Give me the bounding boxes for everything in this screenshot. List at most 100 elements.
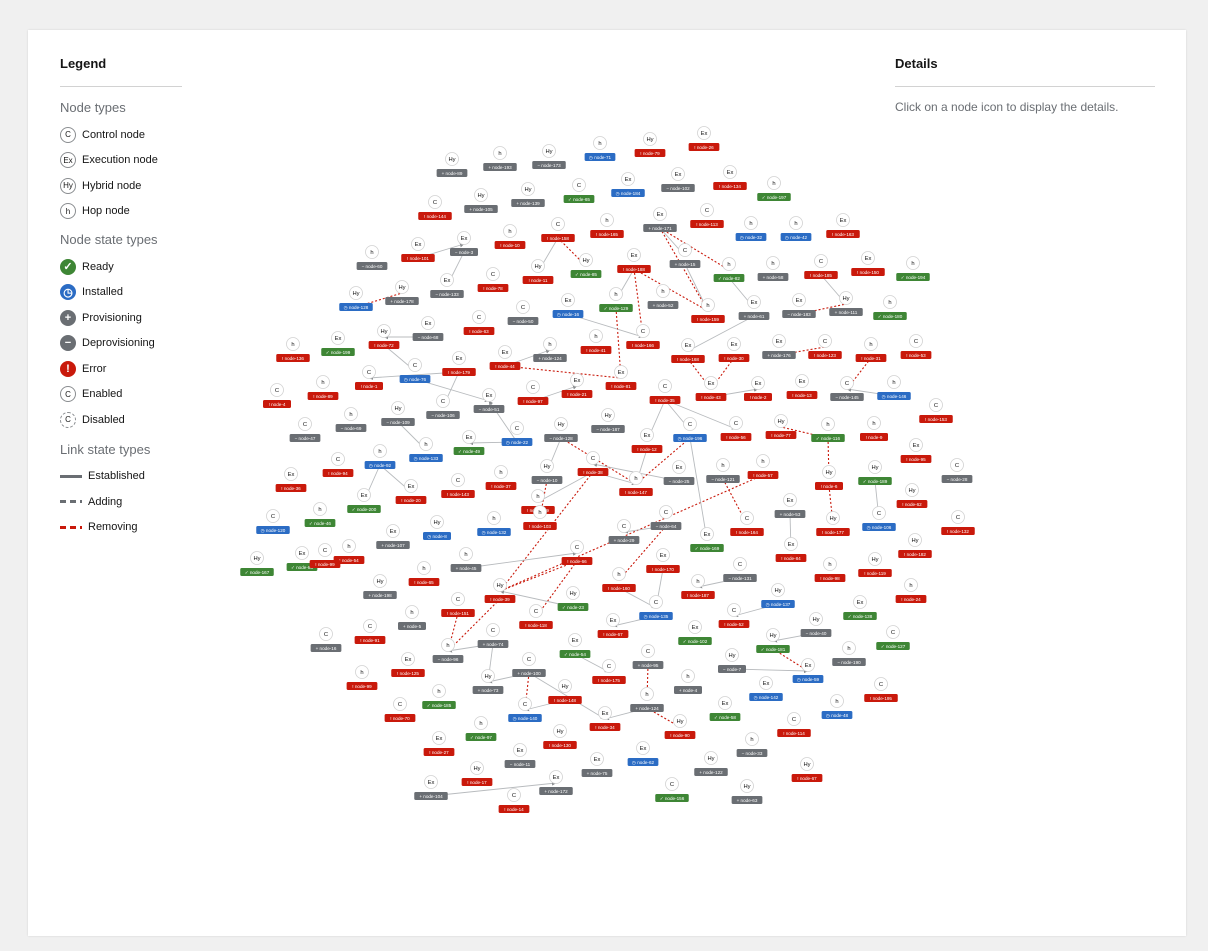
topology-node[interactable]: h ✓ node-194 <box>896 256 930 282</box>
topology-node[interactable]: Hy ! node-182 <box>898 533 932 559</box>
topology-node[interactable]: h + node-4 <box>674 669 702 695</box>
topology-node[interactable]: Ex ! node-81 <box>605 365 637 391</box>
topology-node[interactable]: C ! node-35 <box>649 379 681 405</box>
topology-node[interactable]: C + node-95 <box>632 644 664 670</box>
topology-node[interactable]: h ◷ node-32 <box>735 216 767 242</box>
topology-node[interactable]: h ! node-99 <box>346 665 378 691</box>
topology-node[interactable]: C ! node-195 <box>864 677 898 703</box>
topology-node[interactable]: C ! node-53 <box>900 334 932 360</box>
topology-node[interactable]: C − node-145 <box>830 376 864 402</box>
topology-node[interactable]: C ◷ node-135 <box>639 595 673 621</box>
topology-node[interactable]: h − node-190 <box>832 641 866 667</box>
topology-node[interactable]: C ✓ node-127 <box>876 625 910 651</box>
topology-node[interactable]: h ! node-10 <box>494 224 526 250</box>
topology-node[interactable]: Ex ✓ node-138 <box>843 595 877 621</box>
topology-node[interactable]: h ◷ node-133 <box>409 437 443 463</box>
topology-node[interactable]: h ✓ node-116 <box>811 417 845 443</box>
topology-node[interactable]: Ex ! node-21 <box>561 373 593 399</box>
topology-node[interactable]: C ! node-70 <box>384 697 416 723</box>
topology-node[interactable]: h ! node-89 <box>307 375 339 401</box>
topology-node[interactable]: Hy ! node-79 <box>634 132 666 158</box>
topology-node[interactable]: C ! node-118 <box>519 604 553 630</box>
topology-node[interactable]: Hy + node-122 <box>694 751 728 777</box>
topology-node[interactable]: h ✓ node-97 <box>465 716 497 742</box>
topology-node[interactable]: C + node-100 <box>512 652 546 678</box>
topology-node[interactable]: Ex ! node-67 <box>597 613 629 639</box>
topology-node[interactable]: h ! node-9 <box>860 416 888 442</box>
topology-node[interactable]: C ! node-123 <box>808 334 842 360</box>
topology-node[interactable]: Hy ◷ node-128 <box>339 286 373 312</box>
topology-node[interactable]: h ✓ node-129 <box>599 287 633 313</box>
topology-node[interactable]: h ! node-37 <box>485 465 517 491</box>
topology-node[interactable]: C ◷ node-120 <box>256 509 290 535</box>
topology-node[interactable]: Hy − node-173 <box>532 144 566 170</box>
topology-node[interactable]: Ex ✓ node-169 <box>690 527 724 553</box>
topology-node[interactable]: h ! node-41 <box>580 329 612 355</box>
topology-node[interactable]: h ! node-160 <box>602 567 636 593</box>
topology-node[interactable]: h ! node-98 <box>814 557 846 583</box>
topology-node[interactable]: Ex ✓ node-199 <box>321 331 355 357</box>
topology-node[interactable]: h ! node-136 <box>276 337 310 363</box>
topology-node[interactable]: Ex + node-75 <box>581 752 613 778</box>
topology-node[interactable]: C ! node-66 <box>561 540 593 566</box>
topology-node[interactable]: h ! node-165 <box>590 213 624 239</box>
topology-node[interactable]: Hy ◷ node-137 <box>761 583 795 609</box>
topology-node[interactable]: h − node-69 <box>335 407 367 433</box>
topology-node[interactable]: Hy − node-187 <box>591 408 625 434</box>
topology-node[interactable]: C ◷ node-196 <box>673 417 707 443</box>
topology-node[interactable]: Hy + node-89 <box>436 152 468 178</box>
topology-node[interactable]: Hy − node-109 <box>381 401 415 427</box>
topology-node[interactable]: Hy ✓ node-167 <box>240 551 274 577</box>
topology-node[interactable]: Hy ! node-177 <box>816 511 850 537</box>
topology-node[interactable]: Ex ! node-2 <box>744 376 772 402</box>
topology-node[interactable]: Ex ✓ node-102 <box>678 620 712 646</box>
topology-node[interactable]: Ex ◷ node-142 <box>749 676 783 702</box>
topology-node[interactable]: Ex ! node-27 <box>423 731 455 757</box>
topology-node[interactable]: C − node-131 <box>723 557 757 583</box>
topology-node[interactable]: h + node-5 <box>398 605 426 631</box>
topology-node[interactable]: Hy − node-7 <box>718 648 746 674</box>
topology-node[interactable]: h ✓ node-180 <box>873 295 907 321</box>
topology-node[interactable]: C ! node-99 <box>309 543 341 569</box>
topology-node[interactable]: Ex ! node-170 <box>646 548 680 574</box>
topology-node[interactable]: Ex ! node-134 <box>713 165 747 191</box>
topology-node[interactable]: C ! node-158 <box>541 217 575 243</box>
topology-node[interactable]: Ex ! node-101 <box>401 237 435 263</box>
topology-node[interactable]: Ex ✓ node-54 <box>559 633 591 659</box>
topology-node[interactable]: Ex − node-3 <box>450 231 478 257</box>
topology-node[interactable]: C ! node-4 <box>263 383 291 409</box>
topology-node[interactable]: Ex + node-171 <box>643 207 677 233</box>
topology-node[interactable]: Ex + node-61 <box>738 295 770 321</box>
topology-node[interactable]: Ex + node-172 <box>539 770 573 796</box>
topology-node[interactable]: Ex ! node-44 <box>489 345 521 371</box>
topology-node[interactable]: C ! node-166 <box>626 324 660 350</box>
topology-node[interactable]: h ✓ node-82 <box>713 257 745 283</box>
topology-node[interactable]: Hy − node-10 <box>531 459 563 485</box>
topology-node[interactable]: Ex − node-11 <box>504 743 536 769</box>
topology-node[interactable]: Hy − node-128 <box>544 417 578 443</box>
topology-node[interactable]: C ✓ node-156 <box>655 777 689 803</box>
topology-node[interactable]: C ! node-52 <box>718 603 750 629</box>
topology-node[interactable]: Hy + node-73 <box>472 669 504 695</box>
topology-node[interactable]: C ✓ node-65 <box>563 178 595 204</box>
topology-node[interactable]: C ! node-97 <box>517 380 549 406</box>
topology-node[interactable]: C ! node-144 <box>418 195 452 221</box>
topology-node[interactable]: C ◷ node-140 <box>508 697 542 723</box>
topology-node[interactable]: Ex ! node-95 <box>900 438 932 464</box>
topology-node[interactable]: h ◷ node-42 <box>780 216 812 242</box>
topology-node[interactable]: h ◷ node-146 <box>877 375 911 401</box>
topology-node[interactable]: Hy ✓ node-189 <box>858 460 892 486</box>
topology-node[interactable]: Ex ✓ node-58 <box>709 696 741 722</box>
topology-node[interactable]: Hy ! node-17 <box>461 761 493 787</box>
topology-node[interactable]: h ! node-31 <box>855 337 887 363</box>
topology-node[interactable]: Hy ! node-39 <box>484 578 516 604</box>
topology-node[interactable]: Hy ! node-130 <box>543 724 577 750</box>
topology-node[interactable]: h ! node-187 <box>681 574 715 600</box>
topology-node[interactable]: C ! node-78 <box>477 267 509 293</box>
topology-node[interactable]: h ◷ node-92 <box>364 444 396 470</box>
topology-node[interactable]: h ✓ node-197 <box>757 176 791 202</box>
topology-node[interactable]: Ex + node-104 <box>414 775 448 801</box>
topology-node[interactable]: Ex ◷ node-62 <box>627 741 659 767</box>
topology-node[interactable]: Hy + node-198 <box>363 574 397 600</box>
topology-node[interactable]: Ex ! node-168 <box>671 338 705 364</box>
